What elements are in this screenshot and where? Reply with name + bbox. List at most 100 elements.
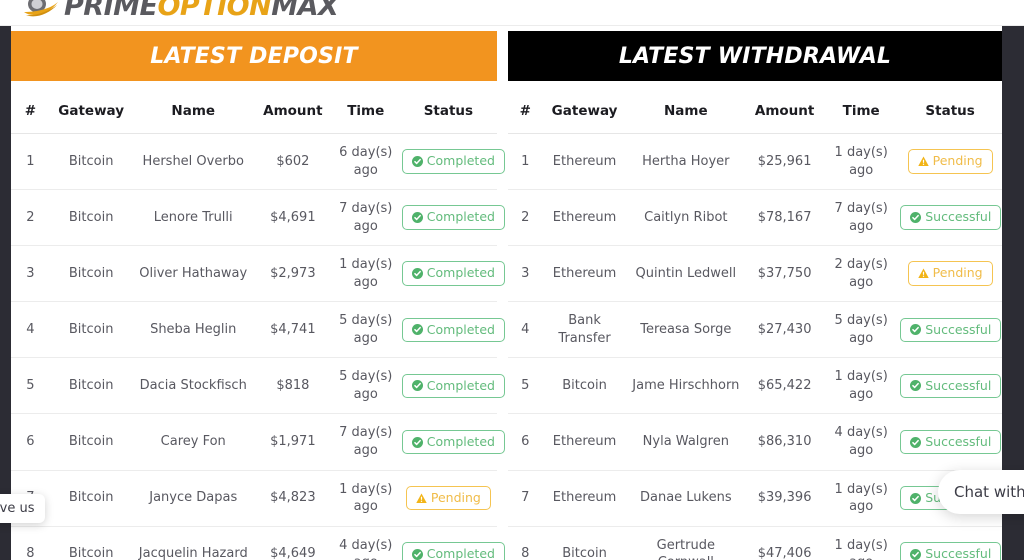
row-time: 7 day(s) ago — [331, 413, 400, 471]
check-circle-icon — [411, 156, 423, 168]
table-row[interactable]: 5 Bitcoin Dacia Stockfisch $818 5 day(s) ago… — [11, 357, 505, 415]
row-time: 1 day(s) ago — [824, 526, 899, 560]
row-gateway: Ethereum — [542, 413, 627, 471]
row-time: 7 day(s) ago — [824, 189, 899, 247]
status-badge-label: Completed — [426, 265, 495, 281]
row-time: 1 day(s) ago — [331, 245, 400, 303]
status-badge: Pending — [907, 149, 993, 174]
site-logo[interactable]: PRIMEOPTIONMAX — [22, 0, 339, 25]
row-gateway: Bitcoin — [49, 470, 133, 527]
table-row[interactable]: 6 Bitcoin Carey Fon $1,971 7 day(s) ago Compl… — [11, 413, 505, 471]
row-index: 1 — [508, 133, 543, 191]
status-badge-label: Pending — [932, 153, 983, 169]
row-amount: $27,430 — [745, 301, 825, 359]
column-header-status: Status — [898, 95, 1002, 134]
withdrawal-table-header-row: # Gateway Name Amount Time Status — [508, 95, 1002, 134]
row-status-cell: Completed — [399, 413, 505, 471]
latest-withdrawal-panel: LATEST WITHDRAWAL # Gateway Name Amount Time… — [508, 31, 1002, 560]
table-row[interactable]: 7BitcoinJanyce Dapas$4,8231 day(s) agoPe… — [11, 470, 497, 527]
row-status-cell: Pending — [898, 133, 1002, 191]
column-header-status: Status — [399, 95, 497, 134]
row-gateway: Bitcoin — [49, 413, 133, 471]
row-amount: $47,406 — [745, 526, 825, 560]
row-amount: $602 — [253, 133, 332, 191]
row-status-cell: Completed — [399, 301, 505, 359]
status-badge-label: Completed — [426, 153, 495, 169]
check-circle-icon — [411, 212, 423, 224]
feedback-tab[interactable]: Give us — [0, 494, 45, 523]
check-circle-icon — [411, 548, 423, 560]
latest-deposit-title: LATEST DEPOSIT — [11, 31, 497, 81]
status-badge-label: Completed — [426, 545, 495, 560]
row-name: Tereasa Sorge — [626, 301, 746, 359]
row-status-cell: Successful — [898, 301, 1002, 359]
row-status-cell: Successful — [898, 189, 1002, 247]
row-index: 4 — [11, 301, 50, 359]
row-amount: $4,691 — [253, 189, 332, 247]
row-name: Oliver Hathaway — [132, 245, 254, 303]
latest-deposit-panel: LATEST DEPOSIT # Gateway Name Amount Time Sta… — [11, 31, 505, 560]
check-circle-icon — [910, 436, 922, 448]
row-status-cell: Successful — [898, 357, 1002, 415]
column-header-time: Time — [824, 95, 899, 134]
row-index: 8 — [11, 526, 50, 560]
row-gateway: Bitcoin — [49, 301, 133, 359]
row-name: Hershel Overbo — [132, 133, 254, 191]
column-header-gateway: Gateway — [49, 95, 133, 134]
row-time: 1 day(s) ago — [824, 470, 899, 527]
row-status-cell: Successful — [898, 413, 1002, 471]
withdrawal-table: # Gateway Name Amount Time Status 1 Ethereum He… — [508, 95, 1002, 560]
table-row[interactable]: 8BitcoinGertrude Cornwall$47,4061 day(s)… — [508, 526, 1002, 560]
row-amount: $4,741 — [253, 301, 332, 359]
table-row[interactable]: 2 Ethereum Caitlyn Ribot $78,167 7 day(s) ag… — [508, 189, 1002, 247]
warning-triangle-icon — [416, 493, 427, 504]
status-badge-label: Successful — [925, 377, 992, 393]
status-badge-label: Completed — [426, 433, 495, 449]
logo-text-prime: PRIME — [64, 0, 158, 22]
feedback-tab-label: Give us — [0, 501, 35, 516]
status-badge: Pending — [405, 485, 491, 511]
row-index: 3 — [11, 245, 50, 303]
row-name: Jame Hirschhorn — [626, 357, 746, 415]
status-badge: Completed — [401, 317, 505, 343]
status-badge: Completed — [401, 541, 505, 560]
check-circle-icon — [910, 380, 922, 392]
table-row[interactable]: 6 Ethereum Nyla Walgren $86,310 4 day(s) ago… — [508, 413, 1002, 471]
row-time: 1 day(s) ago — [331, 470, 400, 527]
table-row[interactable]: 3 Bitcoin Oliver Hathaway $2,973 1 day(s) ag… — [11, 245, 505, 303]
row-index: 5 — [11, 357, 50, 415]
status-badge-label: Successful — [925, 321, 992, 337]
status-badge-label: Completed — [426, 377, 495, 393]
row-index: 5 — [508, 357, 543, 415]
row-time: 5 day(s) ago — [331, 301, 400, 359]
latest-withdrawal-title: LATEST WITHDRAWAL — [508, 31, 1002, 81]
row-gateway: Bitcoin — [49, 133, 133, 191]
row-gateway: Ethereum — [542, 245, 627, 303]
chat-widget-button[interactable]: Chat with us — [938, 470, 1024, 514]
row-amount: $1,971 — [253, 413, 332, 471]
table-row[interactable]: 3 Ethereum Quintin Ledwell $37,750 2 day(s) … — [508, 245, 1002, 303]
row-amount: $4,823 — [253, 470, 332, 527]
status-badge: Completed — [401, 261, 505, 286]
status-badge: Completed — [401, 149, 505, 174]
table-row[interactable]: 5 Bitcoin Jame Hirschhorn $65,422 1 day(s) a… — [508, 357, 1002, 415]
row-status-cell: Pending — [399, 470, 497, 527]
row-status-cell: Successful — [898, 526, 1002, 560]
row-status-cell: Completed — [399, 357, 505, 415]
deposit-table: # Gateway Name Amount Time Status 1 Bitcoin Her… — [11, 95, 505, 560]
row-gateway: Bitcoin — [542, 357, 627, 415]
row-amount: $37,750 — [745, 245, 825, 303]
check-circle-icon — [411, 380, 423, 392]
table-row[interactable]: 8BitcoinJacquelin Hazard$4,6494 day(s) a… — [11, 526, 505, 560]
status-badge-label: Pending — [430, 489, 481, 505]
table-row[interactable]: 4 Bitcoin Sheba Heglin $4,741 5 day(s) ago Co… — [11, 301, 505, 359]
row-time: 2 day(s) ago — [824, 245, 899, 303]
table-row[interactable]: 2 Bitcoin Lenore Trulli $4,691 7 day(s) ago C… — [11, 189, 505, 247]
table-row[interactable]: 1 Ethereum Hertha Hoyer $25,961 1 day(s) ago… — [508, 133, 1002, 191]
table-row[interactable]: 1 Bitcoin Hershel Overbo $602 6 day(s) ago Co… — [11, 133, 505, 191]
table-row[interactable]: 4 Bank Transfer Tereasa Sorge $27,430 5 day(… — [508, 301, 1002, 359]
check-circle-icon — [910, 324, 922, 336]
table-row[interactable]: 7 Ethereum Danae Lukens $39,396 1 day(s) ago… — [508, 470, 1002, 527]
check-circle-icon — [910, 548, 922, 560]
status-badge-label: Completed — [426, 321, 495, 337]
